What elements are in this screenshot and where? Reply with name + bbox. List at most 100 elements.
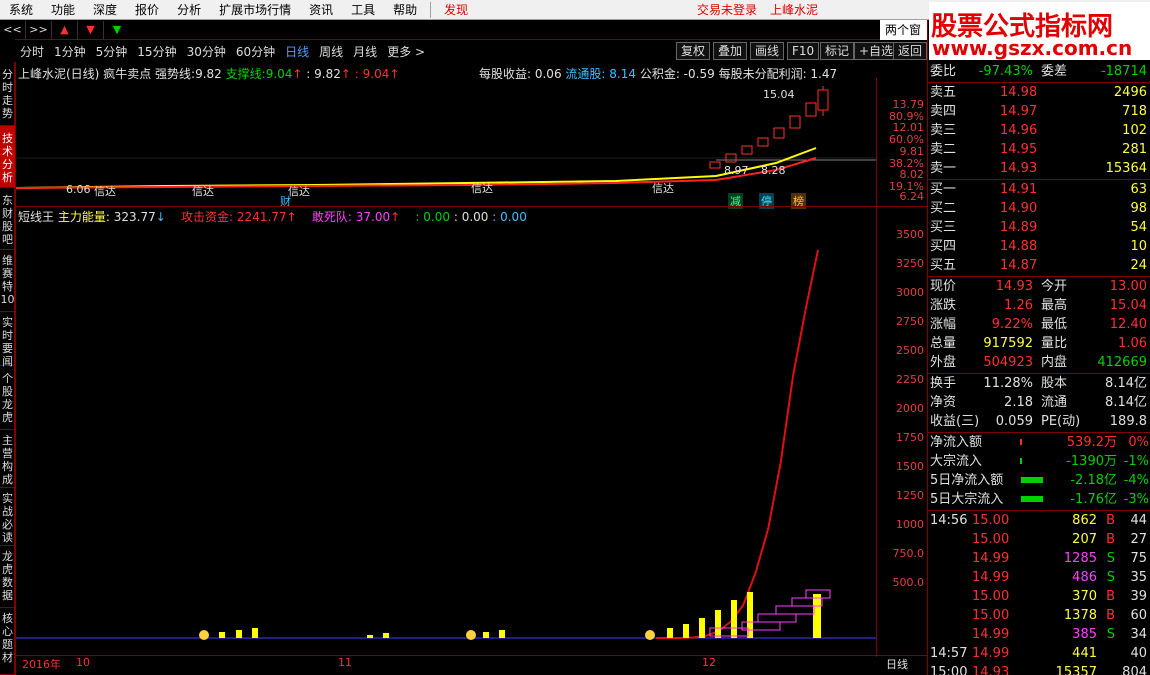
- stat-row[interactable]: 现价 14.93 今开 13.00: [928, 277, 1150, 296]
- prev-stock-icon[interactable]: ▲: [52, 21, 78, 39]
- stat-row[interactable]: 换手 11.28% 股本 8.14亿: [928, 374, 1150, 393]
- menu-system[interactable]: 系统: [0, 0, 42, 20]
- bid-row[interactable]: 买二 14.90 98: [928, 199, 1150, 218]
- menu-ext-market[interactable]: 扩展市场行情: [210, 0, 300, 20]
- tick-row[interactable]: 14.99 486 S 35: [928, 568, 1150, 587]
- ask-row[interactable]: 卖二 14.95 281: [928, 140, 1150, 159]
- order-ratio-row[interactable]: 委比 -97.43% 委差 -18714: [928, 62, 1150, 81]
- flow-value: 539.2万: [1066, 435, 1117, 450]
- tab-weisaite[interactable]: 维赛特10: [0, 250, 15, 312]
- forward-button[interactable]: >>: [26, 21, 52, 39]
- bid-row[interactable]: 买一 14.91 63: [928, 180, 1150, 199]
- x-axis-month: 10: [76, 656, 90, 669]
- period-monthly[interactable]: 月线: [348, 43, 382, 60]
- tab-lhb-data[interactable]: 龙虎数据: [0, 546, 15, 608]
- bar: [683, 624, 689, 638]
- bar: [483, 632, 489, 638]
- menu-function[interactable]: 功能: [42, 0, 84, 20]
- drawline-button[interactable]: 画线: [750, 42, 785, 60]
- tab-guide[interactable]: 实战必读: [0, 488, 15, 546]
- period-15min[interactable]: 15分钟: [132, 43, 181, 60]
- candlestick-chart[interactable]: [16, 78, 876, 213]
- add-watchlist-button[interactable]: +自选: [854, 42, 899, 60]
- price-label-1: 8.97: [724, 164, 749, 177]
- fund-flow-row[interactable]: 5日净流入额 -2.18亿 -4%: [928, 471, 1150, 490]
- order-diff-label: 委差: [1041, 64, 1068, 79]
- tab-business[interactable]: 主营构成: [0, 430, 15, 488]
- tab-technical[interactable]: 技术分析: [0, 126, 15, 188]
- tick-row[interactable]: 15:00 14.93 15357 804: [928, 663, 1150, 675]
- xinda-label: 信达: [471, 182, 493, 195]
- stat-row[interactable]: 总量 917592 量比 1.06: [928, 334, 1150, 353]
- menu-discover[interactable]: 发现: [435, 0, 477, 20]
- period-more[interactable]: 更多 >: [382, 43, 430, 60]
- stat-label: 量比: [1041, 336, 1068, 351]
- tick-row[interactable]: 14.99 1285 S 75: [928, 549, 1150, 568]
- period-indicator[interactable]: 日线: [886, 656, 908, 672]
- stat-row[interactable]: 净资 2.18 流通 8.14亿: [928, 393, 1150, 412]
- tick-row[interactable]: 14:56 15.00 862 B 44: [928, 511, 1150, 530]
- period-daily[interactable]: 日线: [280, 43, 314, 60]
- ask-row[interactable]: 卖一 14.93 15364: [928, 159, 1150, 178]
- tab-forum[interactable]: 东财股吧: [0, 188, 15, 250]
- period-weekly[interactable]: 周线: [314, 43, 348, 60]
- stat-row[interactable]: 外盘 504923 内盘 412669: [928, 353, 1150, 372]
- x-axis-month: 11: [338, 656, 352, 669]
- period-intraday[interactable]: 分时: [15, 43, 49, 60]
- flow-bar: [1021, 477, 1043, 483]
- fund-flow-row[interactable]: 大宗流入 -1390万 -1%: [928, 452, 1150, 471]
- tick-count: 27: [1130, 532, 1147, 547]
- window-tab[interactable]: 两个窗: [880, 20, 927, 40]
- flow-label: 净流入额: [930, 435, 983, 450]
- stat-row[interactable]: 收益(三) 0.059 PE(动) 189.8: [928, 412, 1150, 431]
- bid-label: 买一: [930, 182, 957, 197]
- ask-row[interactable]: 卖四 14.97 718: [928, 102, 1150, 121]
- bid-row[interactable]: 买四 14.88 10: [928, 237, 1150, 256]
- menu-news[interactable]: 资讯: [300, 0, 342, 20]
- fund-flow-row[interactable]: 5日大宗流入 -1.76亿 -3%: [928, 490, 1150, 509]
- tick-row[interactable]: 14:57 14.99 441 40: [928, 644, 1150, 663]
- mark-button[interactable]: 标记: [820, 42, 855, 60]
- stat-row[interactable]: 涨跌 1.26 最高 15.04: [928, 296, 1150, 315]
- adjust-button[interactable]: 复权: [676, 42, 711, 60]
- stat-label: PE(动): [1041, 414, 1081, 429]
- down-arrow-icon: ↓: [155, 210, 166, 224]
- ask-row[interactable]: 卖五 14.98 2496: [928, 83, 1150, 102]
- chart-area[interactable]: 上峰水泥(日线) 疯牛卖点 强势线:9.82 支撑线:9.04↑ : 9.82↑…: [15, 62, 928, 675]
- menu-help[interactable]: 帮助: [384, 0, 426, 20]
- f10-button[interactable]: F10: [787, 42, 820, 60]
- tick-count: 60: [1130, 608, 1147, 623]
- tab-intraday[interactable]: 分时走势: [0, 62, 15, 126]
- login-status[interactable]: 交易未登录: [697, 0, 757, 20]
- dropdown-icon[interactable]: ▼: [104, 21, 130, 39]
- ask-label: 卖五: [930, 85, 957, 100]
- bid-row[interactable]: 买五 14.87 24: [928, 256, 1150, 275]
- next-stock-icon[interactable]: ▼: [78, 21, 104, 39]
- tab-themes[interactable]: 核心题材: [0, 608, 15, 675]
- overlay-button[interactable]: 叠加: [713, 42, 748, 60]
- stat-label: 外盘: [930, 355, 957, 370]
- bid-row[interactable]: 买三 14.89 54: [928, 218, 1150, 237]
- fund-flow-row[interactable]: 净流入额 539.2万 0%: [928, 433, 1150, 452]
- bid-volume: 98: [1130, 201, 1147, 216]
- tab-dragon-tiger[interactable]: 个股龙虎: [0, 366, 15, 430]
- period-60min[interactable]: 60分钟: [231, 43, 280, 60]
- tick-row[interactable]: 15.00 207 B 27: [928, 530, 1150, 549]
- period-1min[interactable]: 1分钟: [49, 43, 91, 60]
- back-button[interactable]: <<: [0, 21, 26, 39]
- menu-tools[interactable]: 工具: [342, 0, 384, 20]
- menu-quote[interactable]: 报价: [126, 0, 168, 20]
- return-button[interactable]: 返回: [893, 42, 928, 60]
- stat-row[interactable]: 涨幅 9.22% 最低 12.40: [928, 315, 1150, 334]
- period-30min[interactable]: 30分钟: [182, 43, 231, 60]
- period-5min[interactable]: 5分钟: [91, 43, 133, 60]
- indicator-chart[interactable]: [16, 224, 876, 654]
- menu-analysis[interactable]: 分析: [168, 0, 210, 20]
- tick-row[interactable]: 15.00 370 B 39: [928, 587, 1150, 606]
- tick-row[interactable]: 15.00 1378 B 60: [928, 606, 1150, 625]
- tab-news[interactable]: 实时要闻: [0, 312, 15, 368]
- tick-row[interactable]: 14.99 385 S 34: [928, 625, 1150, 644]
- menu-depth[interactable]: 深度: [84, 0, 126, 20]
- tick-volume: 1378: [1063, 608, 1097, 623]
- ask-row[interactable]: 卖三 14.96 102: [928, 121, 1150, 140]
